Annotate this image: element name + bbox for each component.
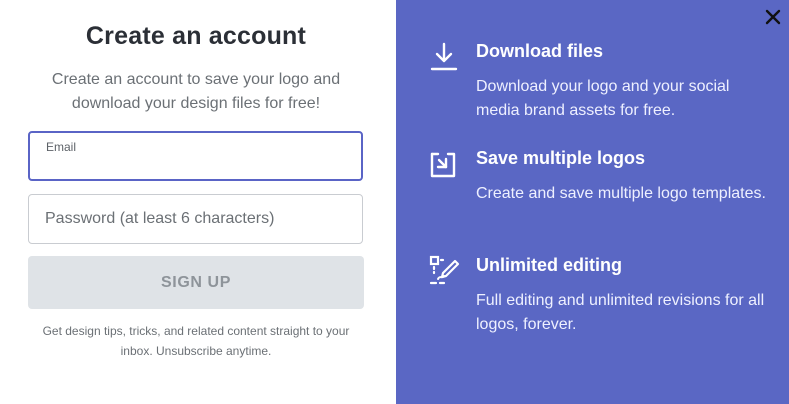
newsletter-disclaimer: Get design tips, tricks, and related con… [42, 324, 350, 358]
edit-tools-icon [428, 255, 460, 287]
download-icon [428, 41, 460, 73]
form-subtitle: Create an account to save your logo and … [51, 71, 341, 112]
feature-title: Download files [476, 41, 604, 61]
feature-description: Download your logo and your social media… [476, 78, 730, 119]
email-field-wrapper: Email [28, 131, 363, 181]
email-field[interactable] [30, 133, 361, 179]
feature-title: Unlimited editing [476, 255, 622, 275]
save-logo-icon [428, 148, 460, 180]
feature-description: Full editing and unlimited revisions for… [476, 292, 765, 333]
signup-form-panel: Create an account Create an account to s… [0, 0, 396, 404]
form-title: Create an account [85, 22, 307, 50]
feature-title: Save multiple logos [476, 148, 646, 168]
feature-description: Create and save multiple logo templates. [476, 185, 766, 202]
password-field-wrapper [28, 194, 363, 244]
sign-up-button[interactable]: SIGN UP [28, 256, 364, 309]
password-field[interactable] [29, 195, 362, 243]
close-icon[interactable] [762, 6, 784, 28]
